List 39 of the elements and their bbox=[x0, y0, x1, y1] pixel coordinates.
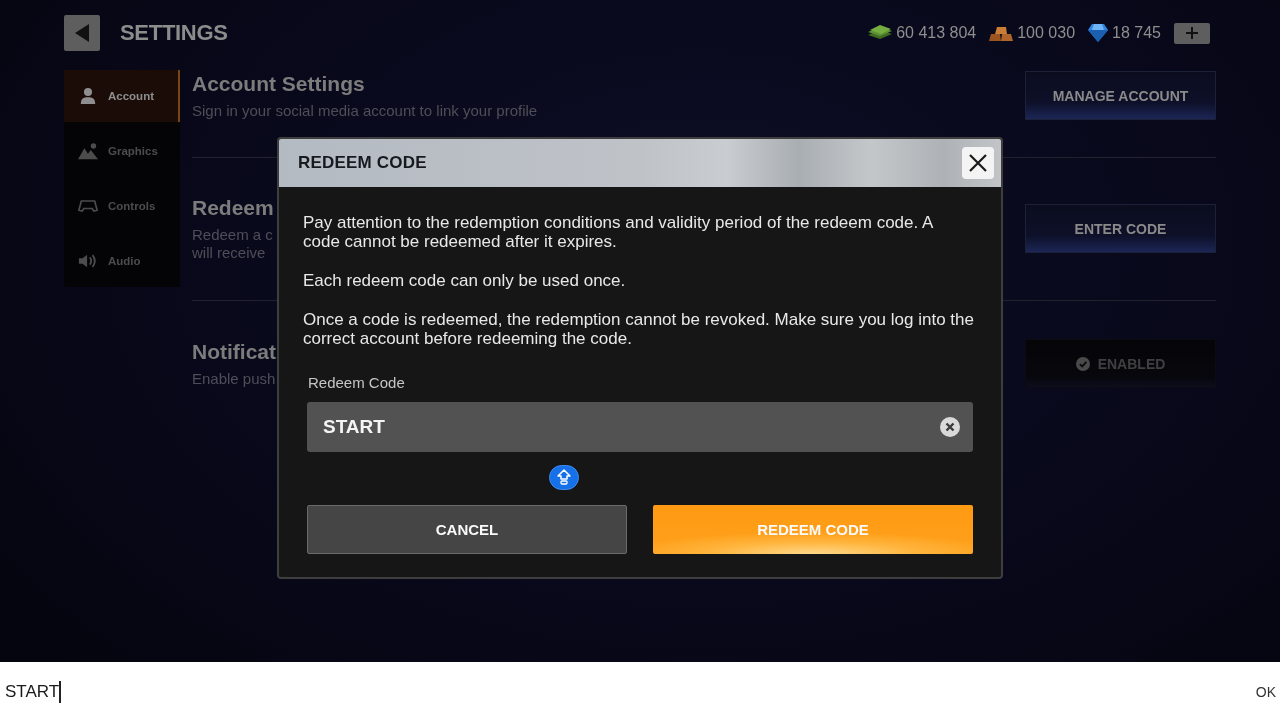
section-title: Account Settings bbox=[192, 71, 365, 97]
left-triangle-icon bbox=[75, 24, 89, 42]
currency-amount: 18 745 bbox=[1112, 24, 1161, 42]
speaker-icon bbox=[78, 252, 98, 270]
dialog-text: Each redeem code can only be used once. bbox=[303, 271, 627, 290]
dialog-text: Once a code is redeemed, the redemption cannot be revoked. Make sure you log into the correct account before redeeming the code. bbox=[303, 310, 975, 348]
cash-stack-icon bbox=[868, 25, 893, 41]
sidebar-item[interactable]: Account bbox=[64, 70, 180, 122]
gamepad-icon bbox=[78, 197, 98, 215]
section-description: will receive bbox=[192, 244, 266, 262]
section-title: Redeem bbox=[192, 195, 274, 221]
dialog-text: Pay attention to the redemption conditions and validity period of the redeem code. A code cannot be redeemed after it expires. bbox=[303, 213, 934, 251]
section-description: Sign in your social media account to link your profile bbox=[192, 102, 538, 120]
close-icon bbox=[969, 154, 987, 172]
dialog-title: REDEEM CODE bbox=[298, 153, 427, 173]
action-button[interactable]: ENTER CODE bbox=[1025, 204, 1216, 253]
text-cursor-icon bbox=[59, 681, 61, 703]
mountains-icon bbox=[78, 142, 98, 160]
clear-icon[interactable] bbox=[940, 417, 960, 437]
cancel-button[interactable]: CANCEL bbox=[307, 505, 627, 554]
check-circle-icon bbox=[1075, 356, 1090, 371]
person-icon bbox=[78, 87, 98, 105]
field-label: Redeem Code bbox=[308, 374, 406, 392]
ok-button[interactable]: OK bbox=[1255, 684, 1276, 700]
text-input-field[interactable]: START bbox=[5, 672, 1256, 712]
ingot-stack-icon bbox=[989, 25, 1014, 41]
back-button[interactable] bbox=[64, 15, 100, 51]
page-title: SETTINGS bbox=[120, 20, 228, 46]
code-input-field[interactable]: START bbox=[307, 402, 973, 452]
plus-icon bbox=[1186, 27, 1198, 39]
close-button[interactable] bbox=[962, 147, 994, 179]
action-button[interactable]: MANAGE ACCOUNT bbox=[1025, 71, 1216, 120]
currency-amount: 60 413 804 bbox=[896, 24, 977, 42]
section-description: Enable push bbox=[192, 370, 276, 388]
currency-amount: 100 030 bbox=[1017, 24, 1076, 42]
section-description: Redeem a c bbox=[192, 226, 273, 244]
section-title: Notificat bbox=[192, 339, 276, 365]
add-currency-button[interactable] bbox=[1174, 22, 1210, 44]
diamond-icon bbox=[1088, 23, 1109, 43]
